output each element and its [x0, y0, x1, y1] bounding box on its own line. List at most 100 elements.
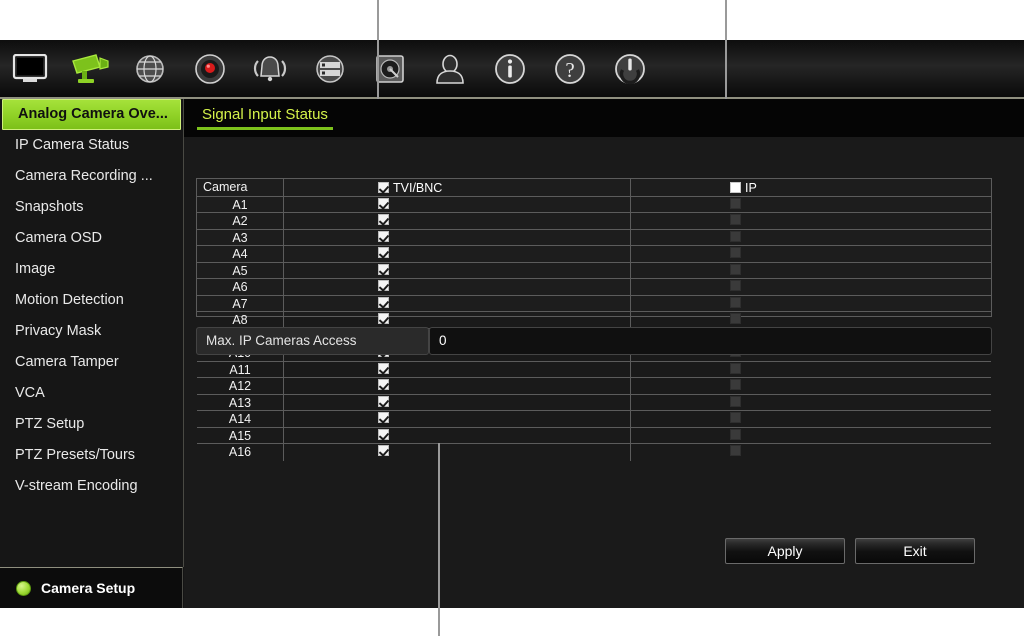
checkbox-ip-a13 — [730, 395, 741, 407]
sidebar-item-privacy-mask[interactable]: Privacy Mask — [0, 316, 183, 347]
tab-signal-input-status[interactable]: Signal Input Status — [197, 103, 333, 130]
sidebar-item-ptz-setup[interactable]: PTZ Setup — [0, 409, 183, 440]
help-icon[interactable]: ? — [540, 40, 600, 97]
cell-ip — [631, 428, 991, 444]
checkbox-tvi-bnc-a8[interactable] — [378, 313, 389, 324]
user-icon[interactable] — [420, 40, 480, 97]
alarm-icon[interactable] — [240, 40, 300, 97]
cell-camera-name: A4 — [197, 246, 284, 262]
cell-camera-name: A12 — [197, 378, 284, 394]
table-header-row: Camera TVI/BNC IP — [197, 179, 991, 197]
cell-ip — [631, 444, 991, 461]
table-row: A1 — [197, 196, 991, 213]
info-icon[interactable] — [480, 40, 540, 97]
cell-tvi-bnc — [284, 213, 631, 229]
cell-ip — [631, 395, 991, 411]
cell-camera-name: A14 — [197, 411, 284, 427]
checkbox-ip-a5 — [730, 263, 741, 275]
status-bar-label: Camera Setup — [41, 580, 136, 596]
checkbox-ip-a14 — [730, 412, 741, 423]
cell-tvi-bnc — [284, 229, 631, 245]
table-row: A13 — [197, 394, 991, 411]
main-toolbar: ? — [0, 40, 1024, 99]
sidebar-item-snapshots[interactable]: Snapshots — [0, 192, 183, 223]
cell-camera-name: A6 — [197, 279, 284, 295]
cell-tvi-bnc — [284, 378, 631, 394]
checkbox-tvi-bnc-a11[interactable] — [378, 362, 389, 374]
cell-camera-name: A8 — [197, 312, 284, 328]
cell-ip — [631, 246, 991, 262]
storage-icon[interactable] — [300, 40, 360, 97]
cell-camera-name: A15 — [197, 427, 284, 443]
callout-tvi-bnc — [377, 0, 379, 99]
sidebar-item-image[interactable]: Image — [0, 254, 183, 285]
checkbox-tvi-bnc-a16[interactable] — [378, 445, 389, 456]
sidebar-item-camera-recording[interactable]: Camera Recording ... — [0, 161, 183, 192]
sidebar-item-camera-tamper[interactable]: Camera Tamper — [0, 347, 183, 378]
checkbox-tvi-bnc-a6[interactable] — [378, 280, 389, 291]
checkbox-ip-a7 — [730, 296, 741, 308]
cell-ip — [631, 362, 991, 378]
checkbox-tvi-bnc-a7[interactable] — [378, 296, 389, 308]
cell-tvi-bnc — [284, 246, 631, 262]
table-row: A5 — [197, 262, 991, 279]
sidebar-item-motion-detection[interactable]: Motion Detection — [0, 285, 183, 316]
checkbox-tvi-bnc-a15[interactable] — [378, 428, 389, 440]
checkbox-tvi-bnc-a12[interactable] — [378, 379, 389, 390]
max-ip-cameras-row: Max. IP Cameras Access 0 — [196, 327, 992, 355]
checkbox-ip-a6 — [730, 280, 741, 291]
sidebar-item-ip-camera-status[interactable]: IP Camera Status — [0, 130, 183, 161]
table-row: A7 — [197, 295, 991, 312]
tab-bar: Signal Input Status — [184, 99, 1024, 137]
checkbox-ip-a15 — [730, 428, 741, 440]
apply-button[interactable]: Apply — [725, 538, 845, 564]
camera-icon[interactable] — [60, 40, 120, 97]
checkbox-tvi-bnc-a13[interactable] — [378, 395, 389, 407]
table-row: A15 — [197, 427, 991, 444]
exit-button[interactable]: Exit — [855, 538, 975, 564]
table-row: A12 — [197, 378, 991, 395]
cell-tvi-bnc — [284, 295, 631, 311]
record-icon[interactable] — [180, 40, 240, 97]
cell-tvi-bnc — [284, 262, 631, 278]
cell-camera-name: A3 — [197, 229, 284, 245]
checkbox-tvi-bnc-a2[interactable] — [378, 214, 389, 225]
cell-camera-name: A11 — [197, 361, 284, 377]
hdd-icon[interactable] — [360, 40, 420, 97]
page-root: ? Analog Camera Ove... IP Camera Status Ca… — [0, 0, 1024, 636]
network-icon[interactable] — [120, 40, 180, 97]
status-dot-icon — [16, 580, 31, 596]
signal-input-table: CameraTVI/BNCIPA1A2A3A4A5A6A7A8A9A10A11A… — [196, 178, 992, 461]
monitor-icon[interactable] — [0, 40, 60, 97]
cell-ip — [631, 197, 991, 213]
sidebar-item-ptz-presets-tours[interactable]: PTZ Presets/Tours — [0, 440, 183, 471]
checkbox-tvi-bnc-a14[interactable] — [378, 412, 389, 423]
column-header-tvi-bnc-label: TVI/BNC — [393, 180, 443, 195]
column-header-tvi-bnc-cell: TVI/BNC — [284, 179, 631, 196]
checkbox-tvi-bnc-a1[interactable] — [378, 197, 389, 209]
header-checkbox-tvi-bnc[interactable] — [378, 182, 389, 193]
cell-tvi-bnc — [284, 312, 631, 328]
checkbox-ip-a3 — [730, 230, 741, 242]
max-ip-cameras-value[interactable]: 0 — [429, 327, 992, 355]
checkbox-ip-a12 — [730, 379, 741, 390]
header-checkbox-ip[interactable] — [730, 182, 741, 193]
checkbox-tvi-bnc-a5[interactable] — [378, 263, 389, 275]
checkbox-tvi-bnc-a4[interactable] — [378, 247, 389, 258]
cell-tvi-bnc — [284, 196, 631, 212]
cell-ip — [631, 411, 991, 427]
table-row: A16 — [197, 444, 991, 461]
sidebar-item-camera-osd[interactable]: Camera OSD — [0, 223, 183, 254]
sidebar-item-v-stream-encoding[interactable]: V-stream Encoding — [0, 471, 183, 502]
checkbox-ip-a11 — [730, 362, 741, 374]
power-icon[interactable] — [600, 40, 660, 97]
sidebar-item-analog-camera-ove[interactable]: Analog Camera Ove... — [2, 99, 181, 130]
content-panel: Signal Input Status Camera TVI/BNC IP A1 A2 A… — [184, 99, 1024, 608]
table-row: A3 — [197, 229, 991, 246]
checkbox-ip-a4 — [730, 247, 741, 258]
sidebar-item-vca[interactable]: VCA — [0, 378, 183, 409]
cell-ip — [631, 213, 991, 229]
cell-tvi-bnc — [284, 444, 631, 461]
dvr-window: ? Analog Camera Ove... IP Camera Status Ca… — [0, 40, 1024, 608]
checkbox-tvi-bnc-a3[interactable] — [378, 230, 389, 242]
